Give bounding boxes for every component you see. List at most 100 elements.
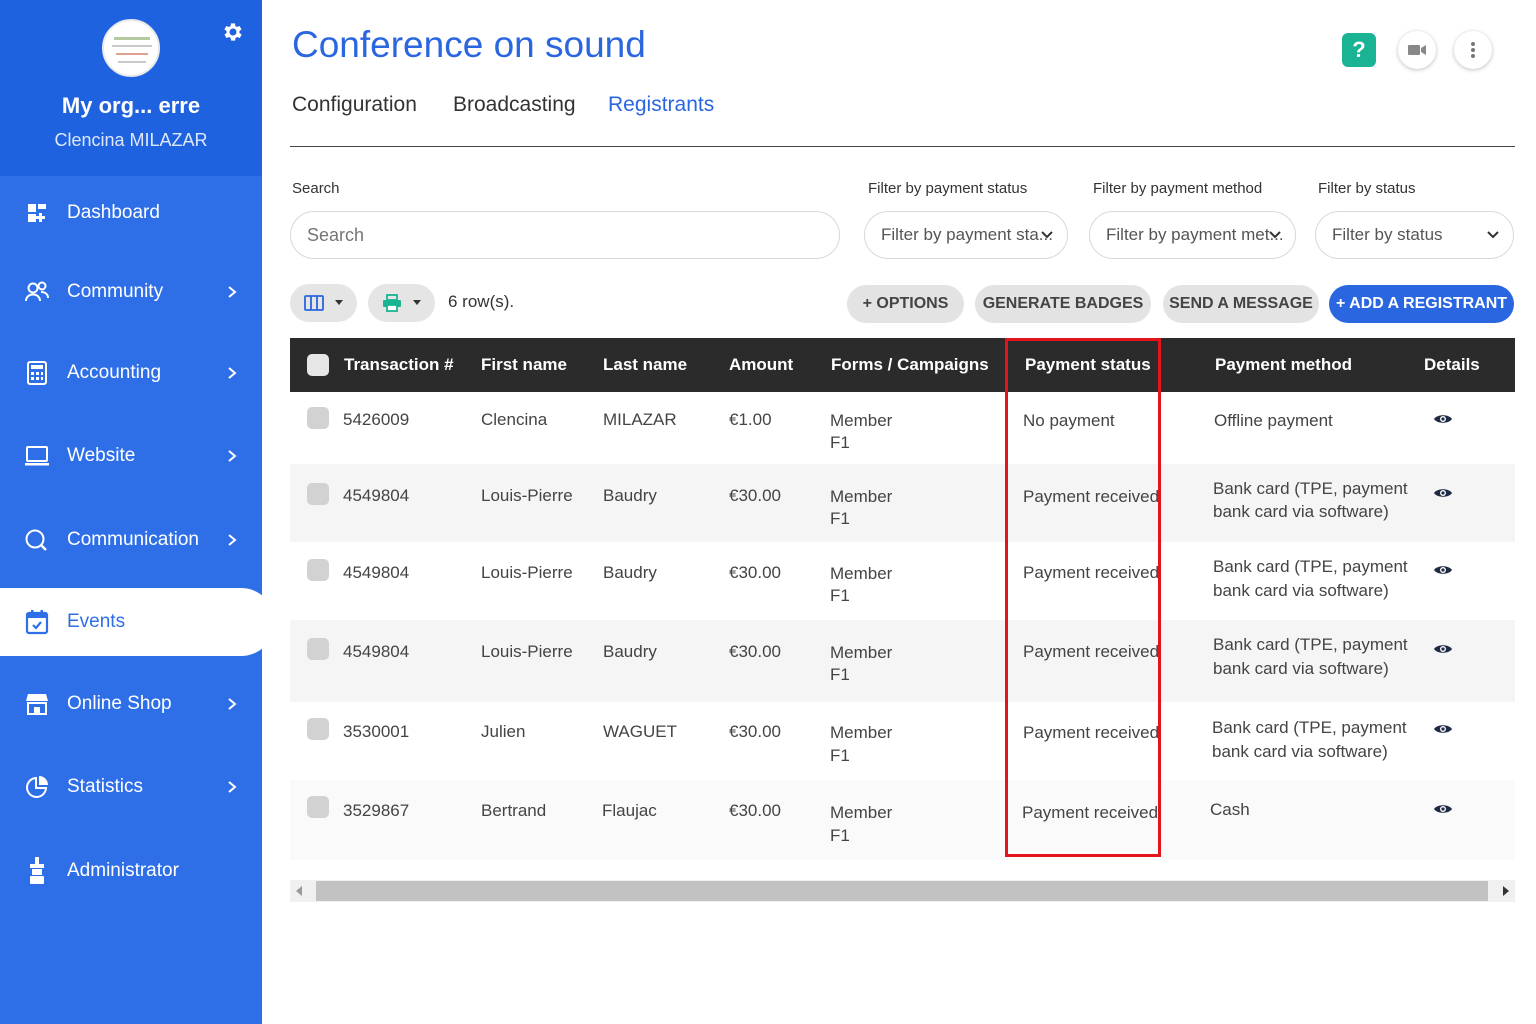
sidebar-item-community[interactable]: Community xyxy=(0,261,262,323)
sidebar-item-label: Dashboard xyxy=(67,202,160,223)
table-row: 3529867 Bertrand Flaujac €30.00 Member F… xyxy=(290,780,1515,860)
generate-badges-button[interactable]: GENERATE BADGES xyxy=(975,285,1151,323)
payment-method-cell-line2: bank card via software) xyxy=(1213,659,1389,678)
payment-method-select[interactable]: Filter by payment met... xyxy=(1089,211,1296,259)
tab-configuration[interactable]: Configuration xyxy=(292,93,417,117)
caret-down-icon xyxy=(334,300,343,305)
payment-status-filter-label: Filter by payment status xyxy=(868,180,1028,197)
sidebar-item-label: Online Shop xyxy=(67,693,172,714)
add-registrant-button[interactable]: + ADD A REGISTRANT xyxy=(1329,285,1514,323)
sidebar-item-label: Website xyxy=(67,445,136,466)
scroll-left-arrow-icon[interactable] xyxy=(296,886,302,896)
amount-cell: €30.00 xyxy=(729,801,781,820)
eye-icon[interactable] xyxy=(1433,722,1453,736)
forms-cell-line2: F1 xyxy=(830,586,850,605)
sidebar-item-website[interactable]: Website xyxy=(0,425,262,487)
eye-icon[interactable] xyxy=(1433,486,1453,500)
forms-cell-line2: F1 xyxy=(830,433,850,452)
calculator-icon xyxy=(24,360,50,386)
columns-icon xyxy=(303,295,324,311)
send-message-button[interactable]: SEND A MESSAGE xyxy=(1163,285,1319,323)
payment-status-cell: No payment xyxy=(1023,411,1115,430)
select-all-checkbox[interactable] xyxy=(307,354,329,376)
help-button[interactable]: ? xyxy=(1342,33,1376,67)
admin-icon xyxy=(24,857,50,884)
org-avatar[interactable] xyxy=(102,19,160,77)
eye-icon[interactable] xyxy=(1433,563,1453,577)
columns-toggle-button[interactable] xyxy=(290,284,357,322)
column-header-transaction[interactable]: Transaction # xyxy=(344,355,454,375)
payment-method-cell: Bank card (TPE, payment xyxy=(1212,718,1407,737)
row-checkbox[interactable] xyxy=(307,638,329,660)
eye-icon[interactable] xyxy=(1433,642,1453,656)
scrollbar-thumb[interactable] xyxy=(316,881,1488,901)
sidebar-item-events[interactable]: Events xyxy=(0,588,275,656)
eye-icon[interactable] xyxy=(1433,802,1453,816)
first-name-cell: Louis-Pierre xyxy=(481,563,573,582)
row-count: 6 row(s). xyxy=(448,292,515,311)
video-button[interactable] xyxy=(1398,31,1436,69)
sidebar-item-communication[interactable]: Communication xyxy=(0,509,262,571)
payment-method-select-value: Filter by payment met... xyxy=(1106,225,1284,244)
column-header-payment-status[interactable]: Payment status xyxy=(1025,355,1151,375)
first-name-cell: Clencina xyxy=(481,410,548,429)
row-checkbox[interactable] xyxy=(307,718,329,740)
page-title: Conference on sound xyxy=(292,24,646,65)
sidebar-item-statistics[interactable]: Statistics xyxy=(0,756,262,818)
column-header-payment-method[interactable]: Payment method xyxy=(1215,355,1352,375)
search-input[interactable] xyxy=(290,211,840,259)
more-menu-button[interactable] xyxy=(1454,31,1492,69)
tab-registrants[interactable]: Registrants xyxy=(608,93,714,117)
column-header-forms[interactable]: Forms / Campaigns xyxy=(831,355,989,375)
sidebar: My org... erre Clencina MILAZAR Dashboar… xyxy=(0,0,275,1024)
export-button[interactable] xyxy=(368,284,435,322)
payment-method-cell-line2: bank card via software) xyxy=(1213,502,1389,521)
table-row: 3530001 Julien WAGUET €30.00 Member F1 P… xyxy=(290,702,1515,780)
scroll-right-arrow-icon[interactable] xyxy=(1503,886,1509,896)
column-header-last-name[interactable]: Last name xyxy=(603,355,687,375)
sidebar-item-administrator[interactable]: Administrator xyxy=(0,840,262,902)
chevron-right-icon xyxy=(228,781,237,793)
chevron-down-icon xyxy=(1269,231,1281,239)
gear-icon[interactable] xyxy=(221,20,245,44)
row-checkbox[interactable] xyxy=(307,796,329,818)
payment-method-cell-line2: bank card via software) xyxy=(1213,581,1389,600)
sidebar-item-label: Events xyxy=(67,611,126,632)
forms-cell: Member xyxy=(830,564,893,583)
options-button[interactable]: + OPTIONS xyxy=(847,285,964,323)
payment-status-cell: Payment received xyxy=(1023,563,1160,582)
sidebar-item-label: Communication xyxy=(67,529,199,550)
transaction-cell: 4549804 xyxy=(343,563,410,582)
amount-cell: €30.00 xyxy=(729,722,781,741)
table-header: Transaction # First name Last name Amoun… xyxy=(290,338,1515,392)
forms-cell-line2: F1 xyxy=(830,826,850,845)
column-header-details[interactable]: Details xyxy=(1424,355,1480,375)
sidebar-item-label: Statistics xyxy=(67,776,144,797)
status-select[interactable]: Filter by status xyxy=(1315,211,1514,259)
table-row: 4549804 Louis-Pierre Baudry €30.00 Membe… xyxy=(290,464,1515,542)
laptop-icon xyxy=(24,443,50,469)
sidebar-item-accounting[interactable]: Accounting xyxy=(0,342,262,404)
horizontal-scrollbar[interactable] xyxy=(290,880,1515,902)
chevron-right-icon xyxy=(228,367,237,379)
last-name-cell: MILAZAR xyxy=(603,410,677,429)
eye-icon[interactable] xyxy=(1433,412,1453,426)
row-checkbox[interactable] xyxy=(307,559,329,581)
payment-status-select-value: Filter by payment sta... xyxy=(881,225,1053,244)
amount-cell: €30.00 xyxy=(729,563,781,582)
chat-icon xyxy=(24,527,50,553)
payment-method-cell: Bank card (TPE, payment xyxy=(1213,479,1408,498)
dashboard-icon xyxy=(24,200,50,226)
forms-cell: Member xyxy=(830,803,893,822)
column-header-first-name[interactable]: First name xyxy=(481,355,567,375)
table-row: 4549804 Louis-Pierre Baudry €30.00 Membe… xyxy=(290,542,1515,620)
payment-status-select[interactable]: Filter by payment sta... xyxy=(864,211,1068,259)
payment-method-cell: Cash xyxy=(1210,800,1250,819)
row-checkbox[interactable] xyxy=(307,483,329,505)
forms-cell-line2: F1 xyxy=(830,746,850,765)
sidebar-item-dashboard[interactable]: Dashboard xyxy=(0,182,262,244)
sidebar-item-online-shop[interactable]: Online Shop xyxy=(0,673,262,735)
row-checkbox[interactable] xyxy=(307,407,329,429)
column-header-amount[interactable]: Amount xyxy=(729,355,793,375)
tab-broadcasting[interactable]: Broadcasting xyxy=(453,93,576,117)
